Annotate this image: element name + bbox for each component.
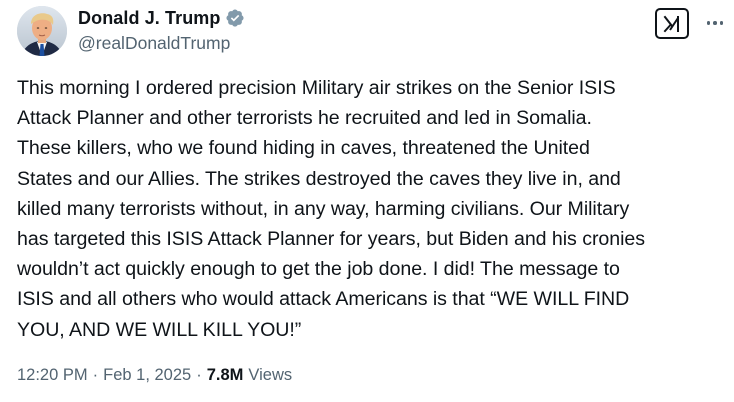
tweet-meta: 12:20 PM · Feb 1, 2025 · 7.8M Views <box>17 366 292 385</box>
meta-separator: · <box>196 366 202 384</box>
view-count[interactable]: 7.8M <box>207 366 244 385</box>
grok-button[interactable] <box>655 8 689 39</box>
profile-photo-icon <box>17 6 67 56</box>
author-name-row: Donald J. Trump <box>78 7 245 29</box>
verified-badge-icon[interactable] <box>225 8 245 28</box>
more-options-button[interactable] <box>702 12 728 34</box>
tweet-card: Donald J. Trump @realDonaldTrump This mo… <box>0 0 734 402</box>
tweet-date[interactable]: Feb 1, 2025 <box>103 366 191 385</box>
more-options-icon <box>705 21 725 25</box>
tweet-time[interactable]: 12:20 PM <box>17 366 88 385</box>
avatar[interactable] <box>17 6 67 56</box>
meta-separator: · <box>92 366 99 384</box>
views-label: Views <box>248 366 293 384</box>
tweet-text: This morning I ordered precision Militar… <box>17 77 646 341</box>
grok-icon <box>663 15 679 32</box>
author-display-name[interactable]: Donald J. Trump <box>78 8 221 29</box>
author-handle[interactable]: @realDonaldTrump <box>78 33 230 54</box>
